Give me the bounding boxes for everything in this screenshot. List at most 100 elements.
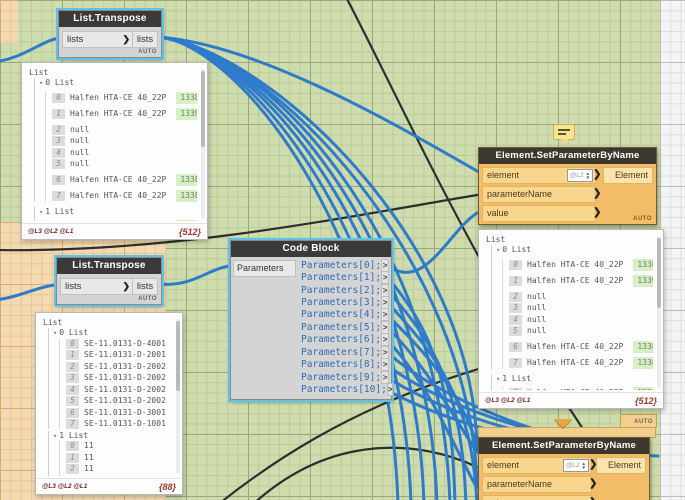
item-text: 11 [84, 476, 94, 477]
item-index: 7 [52, 191, 65, 201]
output-port-element[interactable]: Element [603, 167, 653, 184]
code-output-port[interactable]: > [381, 358, 389, 371]
code-output-port[interactable]: > [381, 346, 389, 359]
expander-icon[interactable]: ▾ [53, 432, 57, 440]
item-text: null [70, 125, 89, 134]
input-port-parameters[interactable]: Parameters [233, 260, 296, 277]
list-group-label[interactable]: ▾0 List [53, 328, 172, 337]
input-port-value[interactable]: value [482, 205, 596, 222]
input-port-parametername[interactable]: parameterName [482, 476, 592, 493]
item-index: 2 [52, 125, 65, 135]
input-port-parametername[interactable]: parameterName [482, 186, 596, 203]
list-group-label[interactable]: ▾1 List [53, 431, 172, 440]
node-list-transpose-2[interactable]: List.Transpose lists ❯ lists AUTO [56, 257, 162, 305]
lacing-badge[interactable]: AUTO [633, 216, 652, 222]
lacing-badge[interactable]: AUTO [138, 296, 157, 302]
code-line[interactable]: Parameters[5];> [295, 321, 390, 333]
output-port-label: Element [615, 170, 648, 180]
list-group-label[interactable]: ▾1 List [39, 207, 197, 216]
list-item: 0SE-11.0131-D-4001 [66, 339, 172, 349]
port-chevron-icon[interactable]: ❯ [593, 188, 601, 199]
levels-label[interactable]: @L3 @L2 @L1 [485, 397, 530, 404]
port-chevron-icon[interactable]: ❯ [593, 207, 601, 218]
list-item: 311 [66, 476, 172, 477]
input-port-value[interactable]: value [482, 495, 592, 500]
code-text: Parameters[10]; [295, 384, 387, 395]
node-set-parameter-bottom[interactable]: Element.SetParameterByName element @L2 ▲… [478, 437, 650, 500]
item-text: 11 [84, 453, 94, 462]
list-group-label[interactable]: ▾1 List [496, 374, 653, 383]
code-line[interactable]: Parameters[6];> [295, 334, 390, 346]
code-line[interactable]: Parameters[1];> [295, 271, 390, 283]
code-output-port[interactable]: > [381, 271, 389, 284]
item-text: SE-11.0131-D-3001 [84, 408, 166, 417]
use-levels-control[interactable]: @L2 ▲▼ [563, 459, 589, 472]
input-port-element[interactable]: element @L2 ▲▼ [482, 167, 596, 184]
input-port-lists[interactable]: lists ❯ [60, 278, 134, 295]
level-spinner-icon[interactable]: ▲▼ [582, 462, 586, 470]
code-output-port[interactable]: > [381, 296, 389, 309]
use-levels-control[interactable]: @L2 ▲▼ [567, 169, 593, 182]
preview-bubble-left[interactable]: List ▾0 List0Halfen HTA-CE 40_22P1338945… [21, 62, 208, 240]
expander-icon[interactable]: ▾ [39, 79, 43, 87]
list-item: 2 null [52, 125, 197, 135]
node-title[interactable]: Element.SetParameterByName [479, 148, 656, 164]
list-group: ▾0 List0Halfen HTA-CE 40_22P133894511Hal… [491, 245, 653, 369]
node-set-parameter-top[interactable]: Element.SetParameterByName element @L2 ▲… [478, 147, 657, 225]
output-port-lists[interactable]: lists [132, 278, 158, 295]
code-block-lines[interactable]: Parameters[0];>Parameters[1];>Parameters… [295, 259, 390, 396]
expander-icon[interactable]: ▾ [496, 375, 500, 383]
preview-bubble-bottom[interactable]: List ▾0 List0SE-11.0131-D-40011SE-11.013… [35, 312, 183, 495]
port-chevron-icon[interactable]: ❯ [589, 478, 597, 489]
code-line[interactable]: Parameters[10];> [295, 383, 390, 395]
input-port-label: lists [65, 281, 81, 292]
node-list-transpose-1[interactable]: List.Transpose lists ❯ lists AUTO [58, 10, 162, 58]
code-line[interactable]: Parameters[2];> [295, 284, 390, 296]
input-port-element[interactable]: element @L2 ▲▼ [482, 457, 592, 474]
level-spinner-icon[interactable]: ▲▼ [586, 172, 590, 180]
node-code-block[interactable]: Code Block Parameters Parameters[0];>Par… [230, 240, 392, 400]
code-output-port[interactable]: > [381, 333, 389, 346]
code-text: Parameters[6]; [295, 334, 381, 345]
node-title[interactable]: Element.SetParameterByName [479, 438, 649, 454]
input-port-lists[interactable]: lists ❯ [62, 31, 134, 48]
lacing-badge[interactable]: AUTO [138, 49, 157, 55]
code-line[interactable]: Parameters[9];> [295, 371, 390, 383]
node-title[interactable]: List.Transpose [57, 258, 161, 274]
code-line[interactable]: Parameters[8];> [295, 359, 390, 371]
collapse-chevron-icon[interactable] [554, 419, 572, 428]
code-output-port[interactable]: > [381, 308, 389, 321]
item-text: 11 [84, 464, 94, 473]
levels-label[interactable]: @L3 @L2 @L1 [42, 483, 87, 490]
code-line[interactable]: Parameters[3];> [295, 296, 390, 308]
list-item: 7SE-11.0131-D-1001 [66, 419, 172, 429]
scrollbar-thumb[interactable] [176, 321, 180, 391]
expander-icon[interactable]: ▾ [53, 329, 57, 337]
code-line[interactable]: Parameters[7];> [295, 346, 390, 358]
output-port-lists[interactable]: lists [132, 31, 158, 48]
list-item: 6Halfen HTA-CE 40_22P13387957 [509, 341, 653, 353]
preview-bubble-right[interactable]: List ▾0 List0Halfen HTA-CE 40_22P1338945… [478, 229, 664, 409]
list-group-label[interactable]: ▾0 List [39, 78, 197, 87]
note-icon[interactable] [553, 124, 575, 140]
code-output-port[interactable]: > [387, 383, 394, 396]
code-line[interactable]: Parameters[4];> [295, 309, 390, 321]
expander-icon[interactable]: ▾ [496, 246, 500, 254]
expander-icon[interactable]: ▾ [39, 208, 43, 216]
code-output-port[interactable]: > [381, 321, 389, 334]
port-chevron-icon[interactable]: ❯ [593, 169, 601, 180]
scrollbar-thumb[interactable] [657, 238, 661, 308]
dynamo-canvas[interactable]: List.Transpose lists ❯ lists AUTO List ▾… [0, 0, 685, 500]
code-output-port[interactable]: > [381, 371, 389, 384]
scrollbar-thumb[interactable] [201, 71, 205, 147]
input-port-label: Parameters [237, 263, 284, 273]
output-port-element[interactable]: Element [596, 457, 646, 474]
code-line[interactable]: Parameters[0];> [295, 259, 390, 271]
levels-label[interactable]: @L3 @L2 @L1 [28, 228, 73, 235]
node-title[interactable]: List.Transpose [59, 11, 161, 27]
code-output-port[interactable]: > [381, 284, 389, 297]
code-output-port[interactable]: > [381, 259, 389, 272]
list-group-label[interactable]: ▾0 List [496, 245, 653, 254]
list-root-label: List [486, 235, 653, 244]
node-title[interactable]: Code Block [231, 241, 391, 257]
